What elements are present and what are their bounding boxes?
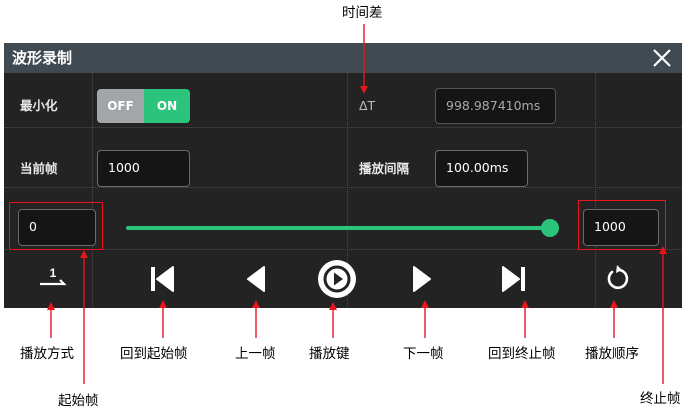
- annotation-back-to-start: 回到起始帧: [120, 346, 188, 362]
- annotation-prev-frame: 上一帧: [235, 346, 276, 362]
- annotation-next-frame: 下一帧: [403, 346, 444, 362]
- annotation-back-to-end: 回到终止帧: [488, 346, 556, 362]
- annotation-start-frame: 起始帧: [58, 393, 99, 409]
- annotation-end-frame: 终止帧: [640, 391, 681, 407]
- annotation-play-mode: 播放方式: [20, 346, 74, 362]
- annotation-play-key: 播放键: [309, 346, 350, 362]
- annotation-play-order: 播放顺序: [585, 346, 639, 362]
